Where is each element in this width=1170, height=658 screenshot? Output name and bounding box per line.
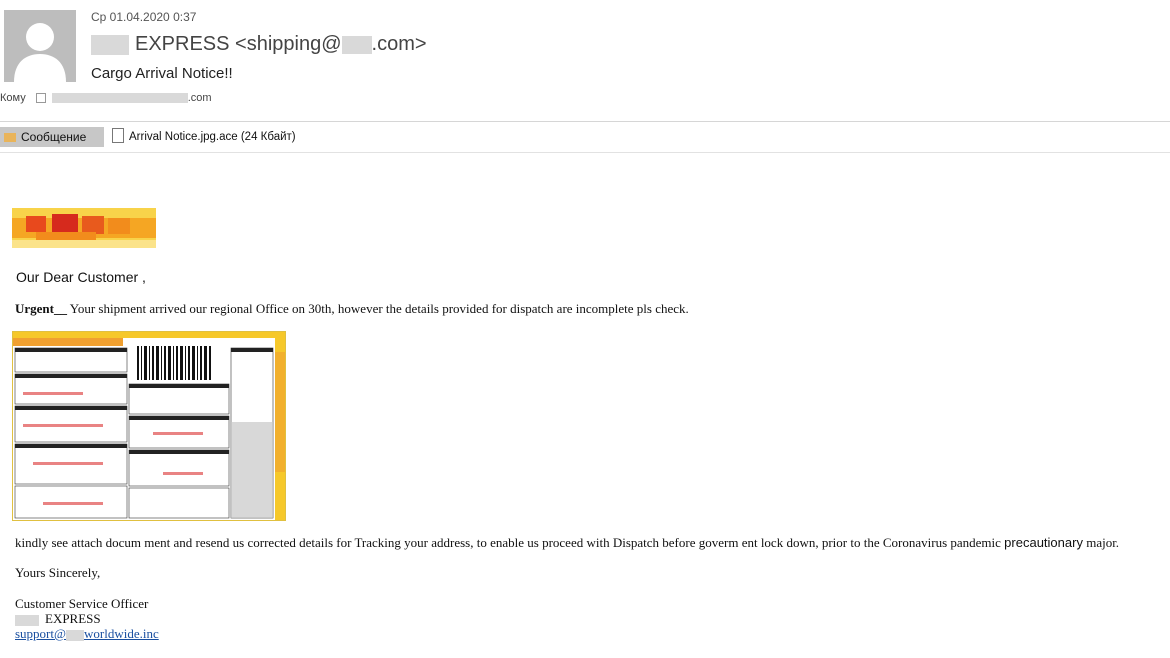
envelope-icon [4,133,16,142]
redacted-block [65,629,84,641]
signature-email-suffix: worldwide.inc [83,626,159,641]
instruction-end: major. [1082,535,1120,550]
sender-email-suffix: .com> [371,33,427,55]
signature-company: EXPRESS [15,611,101,627]
signature-title: Customer Service Officer [15,596,149,611]
signature-email-link[interactable]: support@ worldwide.inc [15,626,159,642]
signature-company-name: EXPRESS [45,611,101,626]
message-tab[interactable]: Сообщение [0,127,104,147]
sender-avatar [4,10,76,82]
tabs-divider [0,152,1170,153]
message-subject: Cargo Arrival Notice!! [91,65,233,82]
greeting-text: Our Dear Customer , [16,269,146,285]
company-logo [12,208,156,248]
pixelated-logo-icon [12,208,156,248]
signature-email-prefix: support@ [15,626,66,641]
shipping-form-image-icon [13,332,285,520]
recipients-row: Кому .com [0,92,212,104]
person-silhouette-icon [4,10,76,82]
instruction-paragraph: kindly see attach docum ment and resend … [15,535,1119,551]
redacted-block [341,35,372,54]
recipient-suffix: .com [187,92,212,104]
recipient-checkbox-icon[interactable] [35,93,46,104]
sender-name: EXPRESS [135,33,230,55]
attachment-item[interactable]: Arrival Notice.jpg.ace (24 Кбайт) [112,127,296,147]
header-divider [0,121,1170,122]
redacted-block [15,614,39,626]
urgent-label: Urgent__ [15,301,67,316]
message-date: Ср 01.04.2020 0:37 [91,10,197,24]
redacted-block [91,34,129,55]
urgent-paragraph: Urgent__ Your shipment arrived our regio… [15,301,689,317]
to-label: Кому [0,92,26,104]
attachment-label: Arrival Notice.jpg.ace (24 Кбайт) [129,131,296,143]
sender-email-prefix: <shipping@ [235,33,342,55]
message-tab-label: Сообщение [21,130,87,144]
redacted-block [51,93,188,104]
file-icon [112,128,124,143]
closing-text: Yours Sincerely, [15,565,101,580]
sender-line[interactable]: EXPRESS <shipping@ .com> [91,33,427,56]
arrival-notice-image [12,331,286,521]
instruction-text: kindly see attach docum ment and resend … [15,535,1005,550]
urgent-text: Your shipment arrived our regional Offic… [67,301,689,316]
instruction-tail: precautionary [1004,535,1083,550]
